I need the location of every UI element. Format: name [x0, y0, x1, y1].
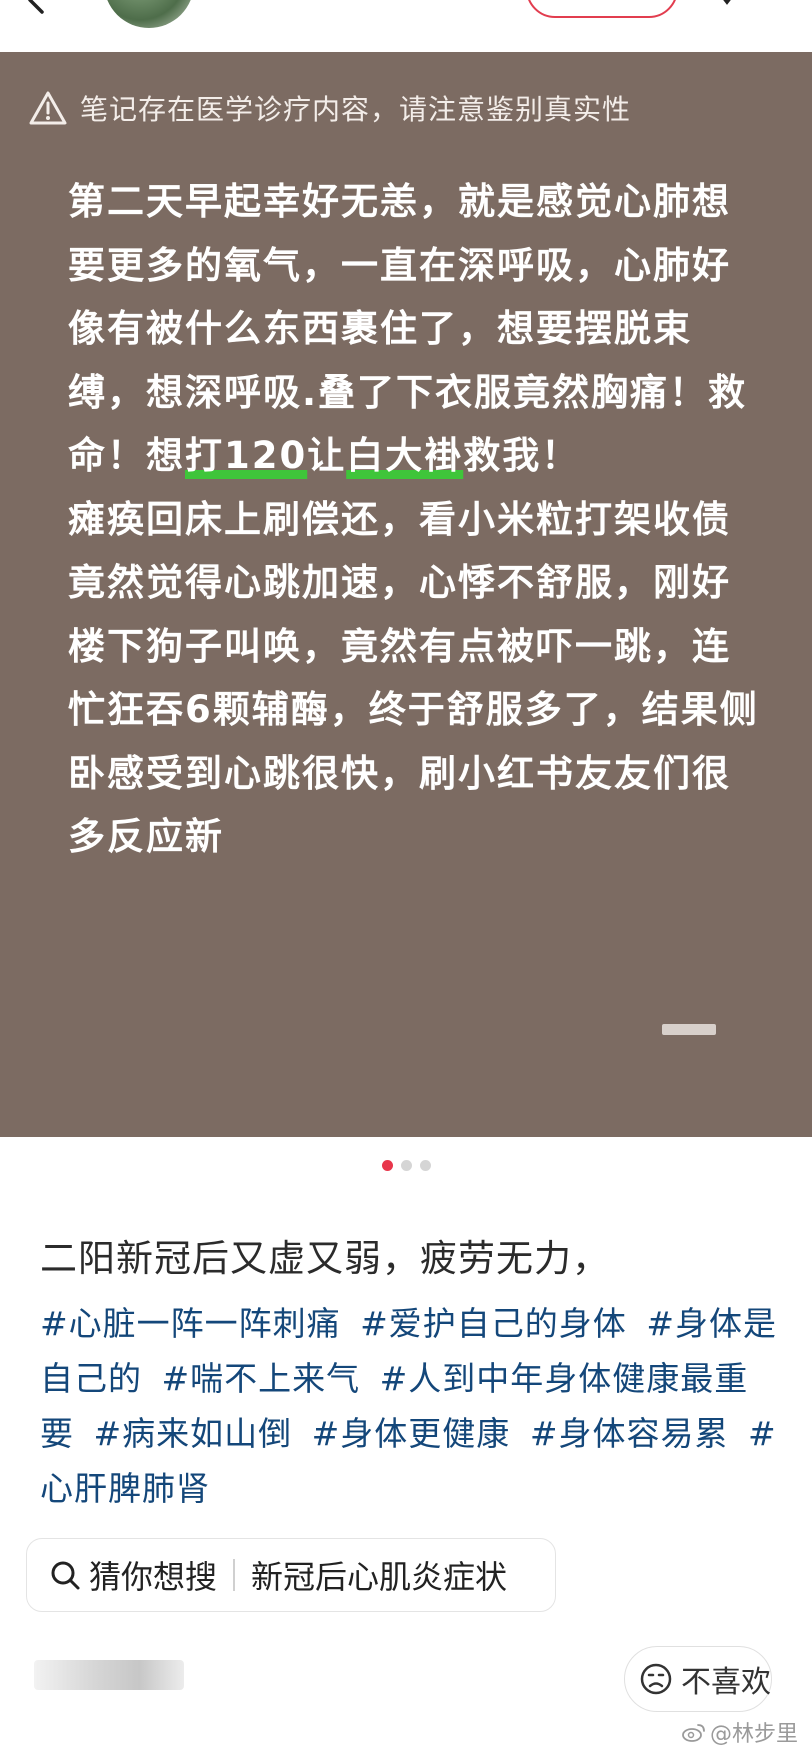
image-pagination-dots: [0, 1160, 812, 1171]
highlighted-keyword[interactable]: 白大褂: [346, 434, 463, 477]
note-paragraph-2: 瘫痪回床上刷偿还，看小米粒打架收债竟然觉得心跳加速，心悸不舒服，刚好楼下狗子叫唤…: [68, 497, 759, 859]
divider: [233, 1559, 236, 1591]
guess-search-label: 猜你想搜: [89, 1558, 218, 1596]
blurred-post-date: [34, 1660, 184, 1690]
hashtag-link[interactable]: #病来如山倒: [94, 1414, 293, 1453]
hashtag-link[interactable]: #爱护自己的身体: [360, 1304, 627, 1343]
search-icon: [51, 1561, 80, 1590]
follow-button[interactable]: [526, 0, 678, 18]
dislike-label: 不喜欢: [681, 1665, 771, 1700]
pagination-dot[interactable]: [419, 1160, 431, 1171]
weibo-watermark: @林步里: [682, 1716, 798, 1748]
hashtag-link[interactable]: #身体更健康: [312, 1414, 511, 1453]
search-suggestion[interactable]: 新冠后心肌炎症状: [251, 1552, 507, 1598]
watermark-text: @林步里: [709, 1722, 798, 1747]
note-paragraph-1: 第二天早起幸好无恙，就是感觉心肺想要更多的氧气，一直在深呼吸，心肺好像有被什么东…: [68, 170, 768, 488]
medical-warning-text: 笔记存在医学诊疗内容，请注意鉴别真实性: [80, 93, 632, 126]
share-icon[interactable]: [712, 0, 742, 6]
top-nav-bar: [0, 0, 812, 52]
author-avatar[interactable]: [104, 0, 194, 28]
pagination-dot-active[interactable]: [381, 1160, 393, 1171]
hashtag-link[interactable]: #喘不上来气: [162, 1359, 361, 1398]
hashtag-list: #心脏一阵一阵刺痛 #爱护自己的身体 #身体是自己的 #喘不上来气 #人到中年身…: [40, 1296, 780, 1516]
back-arrow-icon[interactable]: [22, 0, 50, 14]
warning-triangle-icon: [29, 91, 67, 125]
unhappy-face-icon: [640, 1663, 672, 1695]
note-text-segment: 救我！: [463, 434, 581, 477]
note-image-card[interactable]: 笔记存在医学诊疗内容，请注意鉴别真实性 第二天早起幸好无恙，就是感觉心肺想要更多…: [0, 52, 812, 1137]
medical-warning: 笔记存在医学诊疗内容，请注意鉴别真实性: [28, 88, 631, 128]
note-text-segment: 第二天早起幸好无恙，就是感觉心肺想要更多的氧气，一直在深呼吸，心肺好像有被什么东…: [68, 180, 748, 477]
note-text-segment: 让: [307, 434, 347, 477]
image-scroll-indicator: [662, 1024, 716, 1035]
weibo-logo-icon: [682, 1724, 705, 1742]
note-image-text: 第二天早起幸好无恙，就是感觉心肺想要更多的氧气，一直在深呼吸，心肺好像有被什么东…: [68, 170, 768, 869]
pagination-dot[interactable]: [400, 1160, 412, 1171]
highlighted-keyword[interactable]: 打120: [185, 434, 307, 477]
hashtag-link[interactable]: #心脏一阵一阵刺痛: [40, 1304, 341, 1343]
hashtag-link[interactable]: #身体容易累: [530, 1414, 729, 1453]
dislike-button[interactable]: 不喜欢: [624, 1646, 772, 1712]
guess-search-chip[interactable]: 猜你想搜 新冠后心肌炎症状: [26, 1538, 556, 1612]
post-title: 二阳新冠后又虚又弱，疲劳无力，: [40, 1237, 610, 1280]
